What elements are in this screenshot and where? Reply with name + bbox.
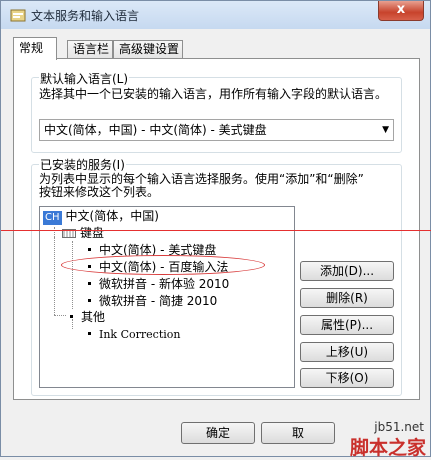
ok-button[interactable]: 确定 bbox=[181, 422, 255, 444]
move-up-button[interactable]: 上移(U) bbox=[300, 342, 394, 362]
tree-item-keyboard[interactable]: 微软拼音 - 新体验 2010 bbox=[88, 277, 229, 292]
close-button[interactable]: x bbox=[378, 1, 424, 21]
services-tree[interactable]: CH 中文(简体，中国) 键盘 中文(简体) - 美式键盘 中文(简体) - 百度… bbox=[39, 206, 295, 388]
tab-language-bar[interactable]: 语言栏 bbox=[67, 40, 113, 59]
app-icon bbox=[10, 9, 26, 22]
tab-general[interactable]: 常规 bbox=[13, 37, 57, 60]
close-icon: x bbox=[396, 2, 406, 17]
watermark-name: 脚本之家 bbox=[349, 437, 426, 459]
annotation-ellipse bbox=[61, 255, 265, 275]
default-language-label: 默认输入语言(L) bbox=[39, 70, 130, 87]
window-title: 文本服务和输入语言 bbox=[31, 9, 140, 23]
bullet-icon bbox=[70, 315, 73, 318]
tree-item-label: 微软拼音 - 新体验 2010 bbox=[99, 277, 230, 291]
bullet-icon bbox=[88, 248, 91, 251]
remove-button[interactable]: 删除(R) bbox=[300, 288, 394, 308]
cancel-button[interactable]: 取 bbox=[261, 422, 335, 444]
installed-services-label: 已安装的服务(I) bbox=[39, 156, 126, 173]
tree-item-other[interactable]: Ink Correction bbox=[88, 327, 180, 342]
annotation-line bbox=[1, 230, 431, 231]
bullet-icon bbox=[88, 299, 91, 302]
installed-services-description-2: 按钮来修改这个列表。 bbox=[39, 185, 160, 199]
title-bar: 文本服务和输入语言 x bbox=[1, 1, 430, 29]
chevron-down-icon: ▼ bbox=[382, 125, 389, 135]
move-down-button[interactable]: 下移(O) bbox=[300, 368, 394, 388]
language-badge: CH bbox=[43, 211, 62, 225]
bullet-icon bbox=[88, 332, 91, 335]
add-button[interactable]: 添加(D)... bbox=[300, 261, 394, 281]
tab-advanced-keys[interactable]: 高级键设置 bbox=[113, 40, 183, 59]
properties-button[interactable]: 属性(P)... bbox=[300, 315, 394, 335]
default-language-select[interactable]: 中文(简体，中国) - 中文(简体) - 美式键盘 ▼ bbox=[39, 119, 394, 141]
default-language-description: 选择其中一个已安装的输入语言，用作所有输入字段的默认语言。 bbox=[39, 87, 388, 101]
default-language-value: 中文(简体，中国) - 中文(简体) - 美式键盘 bbox=[44, 123, 267, 137]
dialog-window: 文本服务和输入语言 x 常规 语言栏 高级键设置 默认输入语言(L) 选择其中一… bbox=[0, 0, 431, 459]
tree-item-keyboard[interactable]: 微软拼音 - 简捷 2010 bbox=[88, 294, 217, 309]
tree-language-node[interactable]: CH 中文(简体，中国) bbox=[43, 209, 159, 225]
tree-language-label: 中文(简体，中国) bbox=[65, 209, 159, 223]
tree-keyboard-label: 键盘 bbox=[80, 226, 105, 240]
tree-item-label: Ink Correction bbox=[99, 328, 181, 341]
tree-item-label: 微软拼音 - 简捷 2010 bbox=[99, 294, 218, 308]
tree-other-label: 其他 bbox=[81, 310, 106, 324]
tree-other-group[interactable]: 其他 bbox=[70, 310, 105, 325]
bullet-icon bbox=[88, 282, 91, 285]
watermark-url: jb51.net bbox=[374, 420, 424, 434]
tree-keyboard-group[interactable]: 键盘 bbox=[62, 226, 104, 241]
